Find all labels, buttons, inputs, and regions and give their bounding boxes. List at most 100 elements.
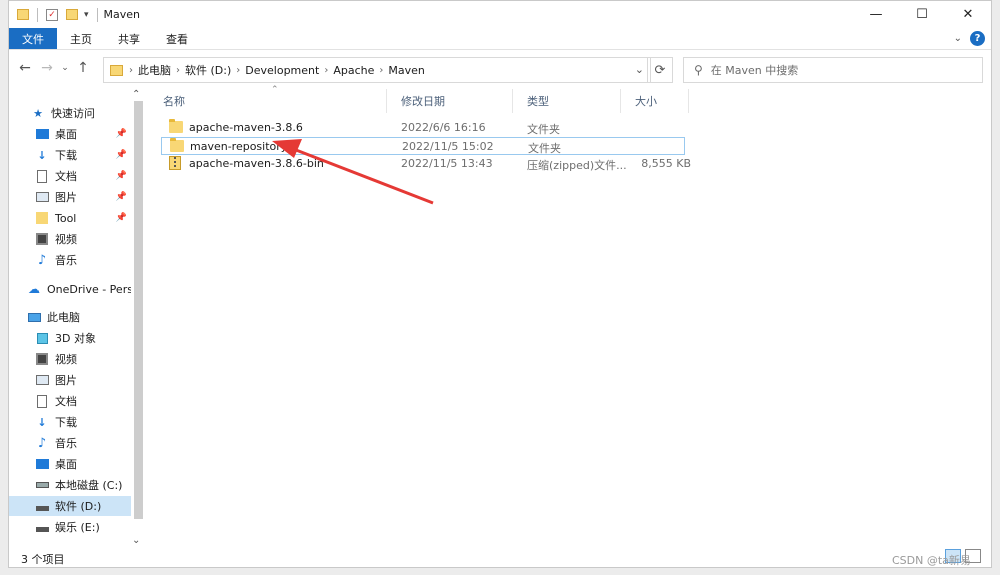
forward-icon[interactable]: → xyxy=(39,60,55,76)
sidebar-item-pc-videos[interactable]: 视频 xyxy=(9,349,131,369)
qa-separator xyxy=(37,7,38,22)
window-controls: — ☐ ✕ xyxy=(853,1,991,28)
breadcrumb-this-pc[interactable]: 此电脑 xyxy=(138,62,171,78)
column-label: 类型 xyxy=(527,95,549,108)
file-date: 2022/11/5 13:43 xyxy=(401,157,493,170)
sidebar-item-this-pc[interactable]: 此电脑 xyxy=(9,307,131,327)
sidebar-item-pc-desktop[interactable]: 桌面 xyxy=(9,454,131,474)
search-input[interactable]: ⚲ 在 Maven 中搜索 xyxy=(683,57,983,83)
sidebar-item-pictures[interactable]: 图片 📌 xyxy=(9,187,131,207)
column-header-size[interactable]: 大小 xyxy=(621,89,689,113)
sidebar-item-pc-downloads[interactable]: ↓ 下载 xyxy=(9,412,131,432)
pin-icon[interactable]: 📌 xyxy=(116,129,127,139)
close-button[interactable]: ✕ xyxy=(945,1,991,28)
sidebar-item-drive-d[interactable]: 软件 (D:) xyxy=(9,496,131,516)
column-header-date[interactable]: 修改日期 xyxy=(387,89,513,113)
sidebar-scrollbar[interactable]: ⌃ ⌄ xyxy=(131,89,145,549)
sidebar-item-onedrive[interactable]: ☁ OneDrive - Perso xyxy=(9,279,131,299)
sidebar-item-label: 文档 xyxy=(55,395,77,408)
refresh-button[interactable]: ⟳ xyxy=(647,57,673,83)
breadcrumb-separator[interactable]: › xyxy=(129,65,133,76)
computer-icon xyxy=(27,310,41,324)
sidebar-item-drive-c[interactable]: 本地磁盘 (C:) xyxy=(9,475,131,495)
music-icon: ♪ xyxy=(37,252,47,268)
file-date: 2022/11/5 15:02 xyxy=(402,140,494,153)
properties-icon[interactable]: ✓ xyxy=(46,8,58,21)
breadcrumb-drive-d[interactable]: 软件 (D:) xyxy=(185,62,231,78)
music-icon: ♪ xyxy=(37,435,47,451)
pin-icon[interactable]: 📌 xyxy=(116,192,127,202)
maximize-button[interactable]: ☐ xyxy=(899,1,945,28)
file-row[interactable]: maven-repository 2022/11/5 15:02 文件夹 xyxy=(161,137,685,155)
file-row[interactable]: apache-maven-3.8.6-bin 2022/11/5 13:43 压… xyxy=(161,155,691,173)
sidebar-item-label: 3D 对象 xyxy=(55,332,96,345)
sidebar-item-label: 桌面 xyxy=(55,458,77,471)
breadcrumb-separator[interactable]: › xyxy=(176,65,180,76)
file-type: 文件夹 xyxy=(527,123,560,136)
file-name: apache-maven-3.8.6 xyxy=(189,121,303,134)
document-icon xyxy=(35,169,49,183)
sidebar-item-documents[interactable]: 文档 📌 xyxy=(9,166,131,186)
breadcrumb-development[interactable]: Development xyxy=(245,64,319,77)
pin-icon[interactable]: 📌 xyxy=(116,213,127,223)
breadcrumb-separator[interactable]: › xyxy=(379,65,383,76)
file-name: maven-repository xyxy=(190,140,288,153)
navigation-pane: ★ 快速访问 桌面 📌 ↓ 下载 📌 文档 📌 图片 📌 Tool 📌 视频 ♪… xyxy=(9,89,145,549)
download-icon: ↓ xyxy=(37,415,47,429)
sort-ascending-icon: ⌃ xyxy=(271,85,279,95)
pin-icon[interactable]: 📌 xyxy=(116,171,127,181)
search-icon: ⚲ xyxy=(694,63,703,77)
watermark: CSDN @ta新易 xyxy=(892,554,971,567)
breadcrumb-separator[interactable]: › xyxy=(324,65,328,76)
tab-home[interactable]: 主页 xyxy=(57,28,105,49)
pin-icon[interactable]: 📌 xyxy=(116,150,127,160)
minimize-button[interactable]: — xyxy=(853,1,899,28)
sidebar-item-downloads[interactable]: ↓ 下载 📌 xyxy=(9,145,131,165)
column-header-name[interactable]: 名称 ⌃ xyxy=(149,85,387,113)
sidebar-item-music[interactable]: ♪ 音乐 xyxy=(9,250,131,270)
status-item-count: 3 个项目 xyxy=(21,553,65,566)
sidebar-item-quick-access[interactable]: ★ 快速访问 xyxy=(9,103,131,123)
cube-icon xyxy=(35,331,49,345)
help-icon[interactable]: ? xyxy=(970,31,985,46)
recent-locations-icon[interactable]: ⌄ xyxy=(61,63,69,73)
column-label: 修改日期 xyxy=(401,95,445,108)
address-bar[interactable]: › 此电脑 › 软件 (D:) › Development › Apache ›… xyxy=(103,57,651,83)
breadcrumb-maven[interactable]: Maven xyxy=(388,64,424,77)
sidebar-item-label: 此电脑 xyxy=(47,311,80,324)
expand-ribbon-icon[interactable]: ⌄ xyxy=(954,33,962,44)
drive-icon xyxy=(35,520,49,534)
scrollbar-thumb[interactable] xyxy=(134,101,143,519)
tab-view[interactable]: 查看 xyxy=(153,28,201,49)
sidebar-item-label: OneDrive - Perso xyxy=(47,282,131,296)
drive-icon xyxy=(35,499,49,513)
sidebar-item-videos[interactable]: 视频 xyxy=(9,229,131,249)
back-icon[interactable]: ← xyxy=(17,60,33,76)
sidebar-item-tool[interactable]: Tool 📌 xyxy=(9,208,131,228)
download-icon: ↓ xyxy=(37,148,47,162)
address-dropdown-icon[interactable]: ⌄ xyxy=(635,63,644,76)
sidebar-item-label: 快速访问 xyxy=(51,107,95,120)
sidebar-item-drive-e[interactable]: 娱乐 (E:) xyxy=(9,517,131,537)
file-row[interactable]: apache-maven-3.8.6 2022/6/6 16:16 文件夹 xyxy=(161,119,685,137)
breadcrumb-apache[interactable]: Apache xyxy=(333,64,374,77)
sidebar-item-desktop[interactable]: 桌面 📌 xyxy=(9,124,131,144)
sidebar-item-3d-objects[interactable]: 3D 对象 xyxy=(9,328,131,348)
video-icon xyxy=(35,352,49,366)
scroll-up-icon[interactable]: ⌃ xyxy=(132,89,140,100)
scroll-down-icon[interactable]: ⌄ xyxy=(132,535,140,546)
breadcrumb-separator[interactable]: › xyxy=(236,65,240,76)
sidebar-item-pc-pictures[interactable]: 图片 xyxy=(9,370,131,390)
up-icon[interactable]: ↑ xyxy=(75,60,91,76)
tab-file[interactable]: 文件 xyxy=(9,28,57,49)
column-header-type[interactable]: 类型 xyxy=(513,89,621,113)
quick-access-toolbar: ✓ ▾ xyxy=(17,7,102,22)
new-folder-icon[interactable] xyxy=(66,9,78,20)
sidebar-item-pc-documents[interactable]: 文档 xyxy=(9,391,131,411)
customize-dropdown-icon[interactable]: ▾ xyxy=(84,10,89,20)
sidebar-item-pc-music[interactable]: ♪ 音乐 xyxy=(9,433,131,453)
tab-share[interactable]: 共享 xyxy=(105,28,153,49)
sidebar-item-label: 软件 (D:) xyxy=(55,500,102,513)
column-label: 大小 xyxy=(635,95,657,108)
column-label: 名称 xyxy=(163,95,185,108)
